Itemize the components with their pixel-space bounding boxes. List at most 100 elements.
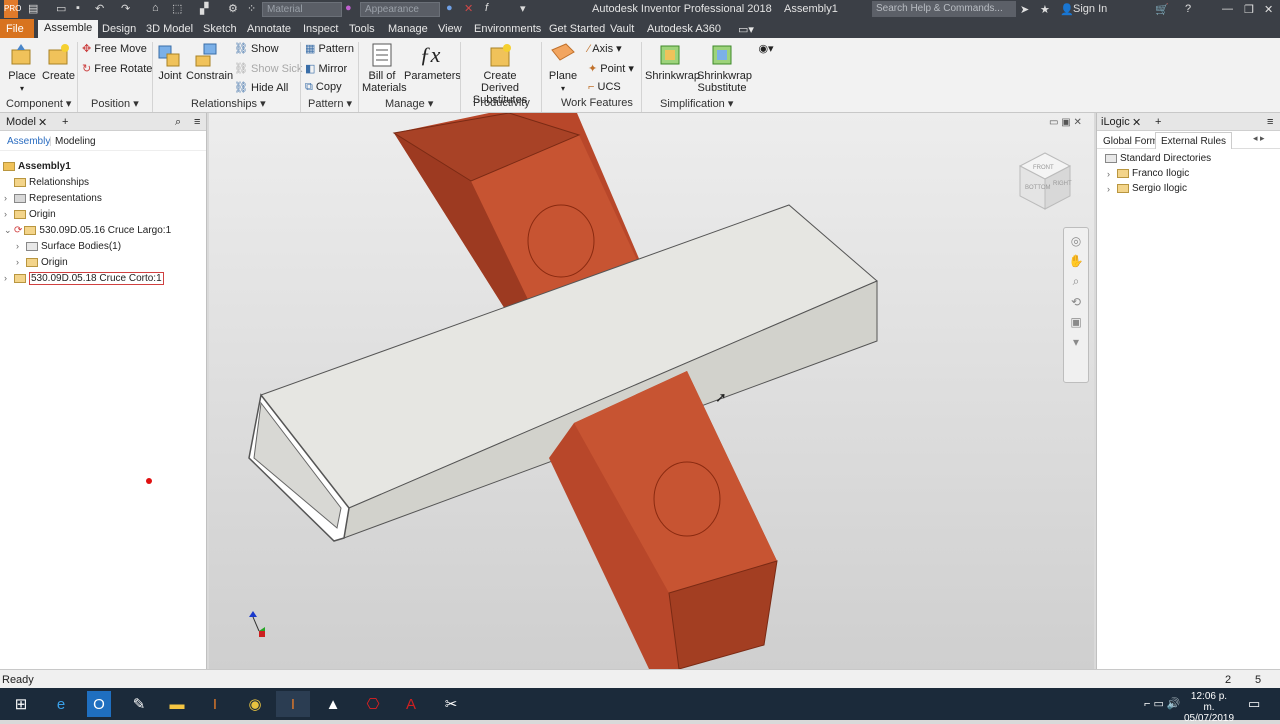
bill-of-materials-button[interactable]: Bill of Materials xyxy=(362,42,407,94)
outlook-icon[interactable]: O xyxy=(87,691,111,717)
group-pattern[interactable]: Pattern ▾ xyxy=(308,97,352,110)
star-icon[interactable]: ★ xyxy=(1040,3,1050,16)
parameters-button[interactable]: ƒx Parameters xyxy=(404,42,461,82)
tree-standard-directories[interactable]: Standard Directories xyxy=(1105,153,1211,164)
subtab-modeling[interactable]: Modeling xyxy=(55,136,96,147)
tree-root[interactable]: Assembly1 xyxy=(3,158,71,174)
tray-icons[interactable]: ⌐ ▭ 🔊 xyxy=(1144,697,1181,710)
user-icon[interactable]: 👤 xyxy=(1060,3,1074,16)
tree-sergio-ilogic[interactable]: › Sergio Ilogic xyxy=(1107,183,1187,194)
group-component[interactable]: Component ▾ xyxy=(6,97,71,110)
hide-all-button[interactable]: ⛓ Hide All xyxy=(234,81,288,94)
new-icon[interactable]: ▤ xyxy=(28,2,38,15)
tree-franco-ilogic[interactable]: › Franco Ilogic xyxy=(1107,168,1189,179)
expand-icon[interactable]: › xyxy=(16,257,24,267)
tree-item-origin-sub[interactable]: › Origin xyxy=(16,254,68,270)
inventor-active-icon[interactable]: I xyxy=(276,691,310,717)
joint-button[interactable]: Joint xyxy=(156,42,184,82)
tree-item-representations[interactable]: › Representations xyxy=(4,190,102,206)
tree-item-cruce-corto[interactable]: › 530.09D.05.18 Cruce Corto:1 xyxy=(4,270,164,286)
restore-button[interactable]: ❐ xyxy=(1244,3,1254,16)
add-ilogic-tab-icon[interactable]: + xyxy=(1155,116,1161,128)
tab-vault[interactable]: Vault xyxy=(604,21,640,38)
expand-icon[interactable]: › xyxy=(4,193,12,203)
show-sick-button[interactable]: ⛓ Show Sick xyxy=(234,62,302,75)
steering-wheel-icon[interactable]: ◎ xyxy=(1064,234,1088,248)
tree-item-cruce-largo[interactable]: ⌄ ⟳ 530.09D.05.16 Cruce Largo:1 xyxy=(4,222,171,238)
constrain-button[interactable]: Constrain xyxy=(186,42,233,82)
expand-icon[interactable]: › xyxy=(1107,169,1115,179)
tab-environments[interactable]: Environments xyxy=(468,21,547,38)
free-move-button[interactable]: ✥ Free Move xyxy=(82,42,147,55)
group-position[interactable]: Position ▾ xyxy=(91,97,139,110)
measure-icon[interactable]: ▞ xyxy=(200,2,208,15)
select-icon[interactable]: ⬚ xyxy=(172,2,182,15)
open-icon[interactable]: ▭ xyxy=(56,2,66,15)
mirror-button[interactable]: ◧ Mirror xyxy=(305,62,347,75)
look-at-icon[interactable]: ▣ xyxy=(1064,315,1088,329)
autocad-icon[interactable]: A xyxy=(394,691,428,717)
menu-icon[interactable]: ≡ xyxy=(194,116,200,128)
create-button[interactable]: Create xyxy=(42,42,75,82)
close-ilogic-icon[interactable]: ✕ xyxy=(1132,116,1141,129)
close-browser-icon[interactable]: ✕ xyxy=(38,116,47,129)
help-icon[interactable]: ? xyxy=(1185,3,1191,15)
tab-inspect[interactable]: Inspect xyxy=(297,21,344,38)
tab-annotate[interactable]: Annotate xyxy=(241,21,297,38)
inventor-icon[interactable]: I xyxy=(198,691,232,717)
plane-button[interactable]: Plane ▾ xyxy=(546,42,580,94)
tab-design[interactable]: Design xyxy=(96,21,142,38)
tab-global-forms[interactable]: Global Forms xyxy=(1103,136,1163,147)
point-button[interactable]: ✦ Point ▾ xyxy=(588,62,634,75)
subtab-assembly[interactable]: Assembly xyxy=(7,136,50,147)
shrinkwrap-button[interactable]: Shrinkwrap xyxy=(645,42,700,82)
tab-get-started[interactable]: Get Started xyxy=(543,21,611,38)
material-select[interactable]: Material xyxy=(262,2,342,17)
ribbon-dropdown-button[interactable]: ◉▾ xyxy=(752,42,780,55)
viewport-window-controls[interactable]: ▭ ▣ ✕ xyxy=(1049,117,1082,128)
group-relationships[interactable]: Relationships ▾ xyxy=(191,97,266,110)
ie-icon[interactable]: e xyxy=(44,691,78,717)
tab-manage[interactable]: Manage xyxy=(382,21,434,38)
home-icon[interactable]: ⌂ xyxy=(152,2,159,14)
app-logo-icon[interactable]: PRO xyxy=(4,0,21,18)
customize-icon[interactable]: ▾ xyxy=(520,2,526,15)
color-override-icon[interactable]: ● xyxy=(446,2,453,14)
expand-icon[interactable]: › xyxy=(4,209,12,219)
cart-icon[interactable]: 🛒 xyxy=(1155,3,1169,16)
snipping-icon[interactable]: ✂ xyxy=(434,691,468,717)
ucs-button[interactable]: ⌐ UCS xyxy=(588,81,621,93)
photos-icon[interactable]: ▲ xyxy=(316,691,350,717)
fx-icon[interactable]: f xyxy=(485,2,488,14)
expand-icon[interactable]: › xyxy=(16,241,24,251)
save-icon[interactable]: ▪ xyxy=(76,2,80,14)
snap-icon[interactable]: ⁘ xyxy=(247,2,256,15)
close-button[interactable]: ✕ xyxy=(1264,3,1273,16)
scroll-tabs-icon[interactable]: ◂ ▸ xyxy=(1253,133,1265,144)
notepad-icon[interactable]: ✎ xyxy=(122,691,156,717)
tree-item-relationships[interactable]: Relationships xyxy=(14,174,89,190)
tab-sketch[interactable]: Sketch xyxy=(197,21,243,38)
tab-external-rules[interactable]: External Rules xyxy=(1155,132,1233,149)
help-search-input[interactable]: Search Help & Commands... xyxy=(872,1,1016,17)
redo-icon[interactable]: ↷ xyxy=(121,2,130,15)
acrobat-icon[interactable]: ⎔ xyxy=(356,691,390,717)
shrinkwrap-substitute-button[interactable]: Shrinkwrap Substitute xyxy=(697,42,752,94)
copy-button[interactable]: ⧉ Copy xyxy=(305,81,342,94)
tab-file[interactable]: File xyxy=(0,19,34,38)
tree-item-origin[interactable]: › Origin xyxy=(4,206,56,222)
chrome-icon[interactable]: ◉ xyxy=(238,691,272,717)
model-canvas[interactable] xyxy=(209,113,1094,669)
tab-tools[interactable]: Tools xyxy=(343,21,381,38)
zoom-icon[interactable]: ⌕ xyxy=(1064,274,1088,289)
axis-button[interactable]: ⁄ Axis ▾ xyxy=(588,42,622,55)
sign-in-link[interactable]: Sign In xyxy=(1073,3,1107,15)
minimize-button[interactable]: — xyxy=(1222,3,1233,15)
pan-icon[interactable]: ✋ xyxy=(1064,254,1088,268)
tab-3d-model[interactable]: 3D Model xyxy=(140,21,199,38)
place-button[interactable]: Place ▾ xyxy=(6,42,38,94)
tab-model[interactable]: Model xyxy=(6,116,36,128)
navbar-options-icon[interactable]: ▾ xyxy=(1064,335,1088,349)
tool-icon[interactable]: ⚙ xyxy=(228,2,238,15)
show-button[interactable]: ⛓ Show xyxy=(234,42,279,55)
